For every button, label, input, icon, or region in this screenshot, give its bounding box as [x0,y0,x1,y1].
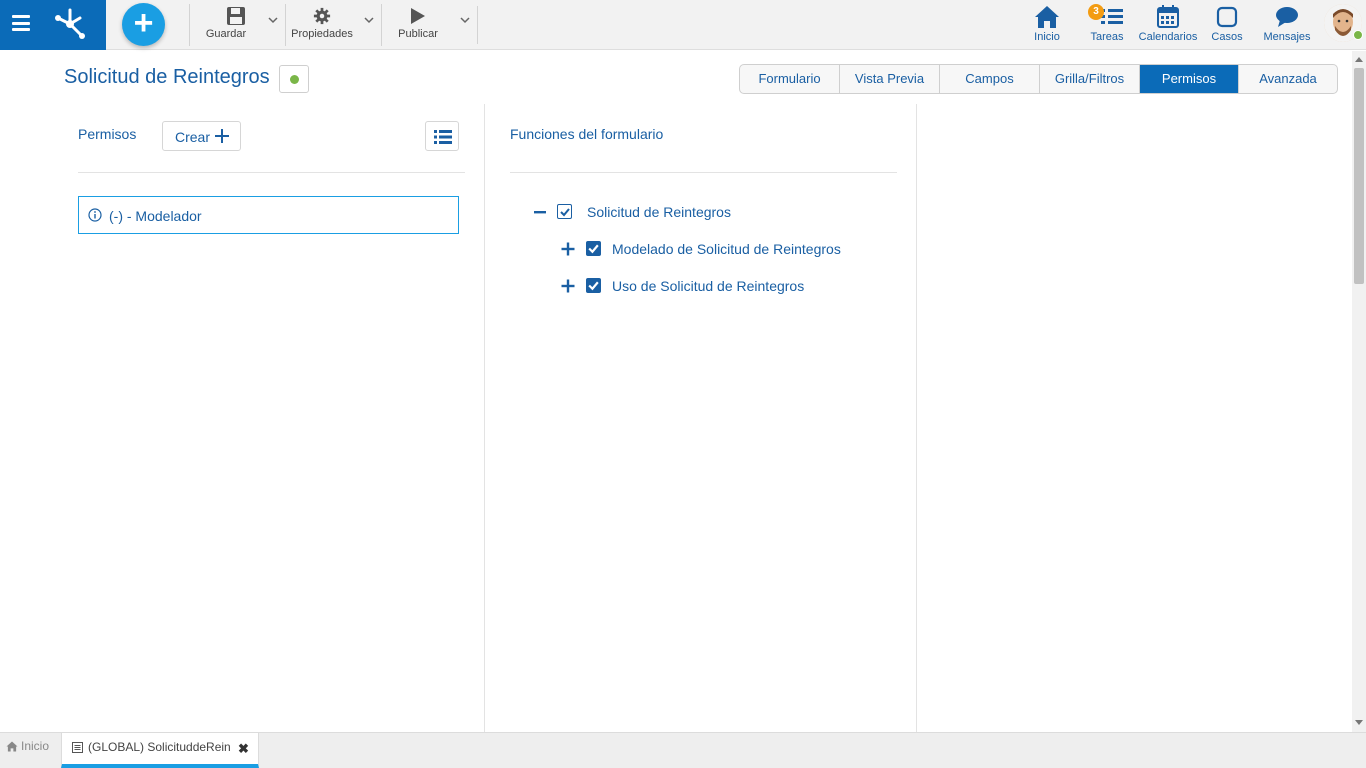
tree-node-modelado: Modelado de Solicitud de Reintegros [561,239,861,259]
publish-button[interactable]: Publicar [381,4,477,46]
bottom-tab-active[interactable]: (GLOBAL) SolicituddeRein ✖ [61,733,259,768]
plus-icon [215,129,229,143]
permission-item-label: (-) - Modelador [109,208,202,224]
calendar-icon [1157,5,1179,28]
permisos-heading: Permisos [78,126,137,142]
gear-icon [313,7,331,25]
tree-node-label[interactable]: Modelado de Solicitud de Reintegros [612,241,841,257]
chevron-down-icon[interactable] [364,16,374,24]
column-divider [484,104,485,732]
check-icon [588,281,599,291]
tab-bar: Formulario Vista Previa Campos Grilla/Fi… [739,64,1338,94]
status-dot-icon [290,75,299,84]
create-permission-button[interactable]: Crear [162,121,241,151]
tree-node-uso: Uso de Solicitud de Reintegros [561,276,861,296]
tree-node-root: Solicitud de Reintegros [533,202,833,222]
page-title: Solicitud de Reintegros [64,66,270,88]
list-view-button[interactable] [425,121,459,151]
publish-label: Publicar [398,28,438,40]
nav-calendarios-label: Calendarios [1138,31,1198,43]
nav-calendarios[interactable]: Calendarios [1137,4,1199,46]
floppy-disk-icon [227,7,245,25]
bottom-tab-home[interactable]: Inicio [6,739,49,753]
tab-campos[interactable]: Campos [940,65,1040,93]
nav-inicio-label: Inicio [1034,31,1060,43]
check-icon [588,244,599,254]
chevron-down-icon[interactable] [268,16,278,24]
scroll-down-arrow-icon[interactable] [1355,720,1363,725]
home-icon [1035,6,1059,28]
list-icon [434,130,452,144]
brand-area [0,0,106,50]
status-button[interactable] [279,65,309,93]
play-icon [411,8,425,24]
save-button[interactable]: Guardar [189,4,285,46]
plus-icon[interactable] [561,242,575,256]
column-divider [916,104,917,732]
create-button-label: Crear [175,129,211,145]
toolbar-divider [477,6,478,44]
tab-permisos[interactable]: Permisos [1140,65,1239,93]
close-icon[interactable]: ✖ [238,741,249,757]
nav-mensajes[interactable]: Mensajes [1261,4,1313,46]
funciones-heading: Funciones del formulario [510,126,664,142]
home-icon [6,741,18,752]
tree-checkbox[interactable] [557,204,572,219]
bottom-tab-home-label: Inicio [21,739,50,753]
online-status-dot [1353,30,1363,40]
tree-checkbox[interactable] [586,241,601,256]
save-label: Guardar [205,28,247,40]
tree-node-label[interactable]: Solicitud de Reintegros [587,204,731,220]
properties-label: Propiedades [291,28,353,40]
plus-icon[interactable] [561,279,575,293]
nav-tareas-label: Tareas [1090,31,1124,43]
divider-line [78,172,465,173]
tab-avanzada[interactable]: Avanzada [1239,65,1337,93]
nav-mensajes-label: Mensajes [1263,31,1311,43]
tab-formulario[interactable]: Formulario [740,65,840,93]
bottom-tab-active-label: (GLOBAL) SolicituddeRein [88,740,231,754]
tab-grilla-filtros[interactable]: Grilla/Filtros [1040,65,1140,93]
permission-list-item[interactable]: (-) - Modelador [78,196,459,234]
chat-bubble-icon [1276,7,1298,27]
info-icon[interactable] [88,208,102,222]
hamburger-icon[interactable] [12,15,30,31]
tree-node-label[interactable]: Uso de Solicitud de Reintegros [612,278,804,294]
minus-icon[interactable] [533,205,547,219]
deyel-logo-icon[interactable] [52,6,88,42]
scrollbar-thumb[interactable] [1354,68,1364,284]
tree-checkbox[interactable] [586,278,601,293]
scroll-up-arrow-icon[interactable] [1355,57,1363,62]
nav-casos[interactable]: Casos [1207,4,1247,46]
properties-button[interactable]: Propiedades [285,4,381,46]
cases-icon [1216,6,1238,28]
tab-vista-previa[interactable]: Vista Previa [840,65,940,93]
document-icon [72,742,83,753]
nav-casos-label: Casos [1211,31,1243,43]
add-button[interactable]: + [122,3,165,46]
plus-icon: + [133,4,154,42]
divider-line [510,172,897,173]
nav-inicio[interactable]: Inicio [1027,4,1067,46]
chevron-down-icon[interactable] [460,16,470,24]
tasks-count-badge: 3 [1088,4,1104,20]
check-icon [559,207,570,216]
